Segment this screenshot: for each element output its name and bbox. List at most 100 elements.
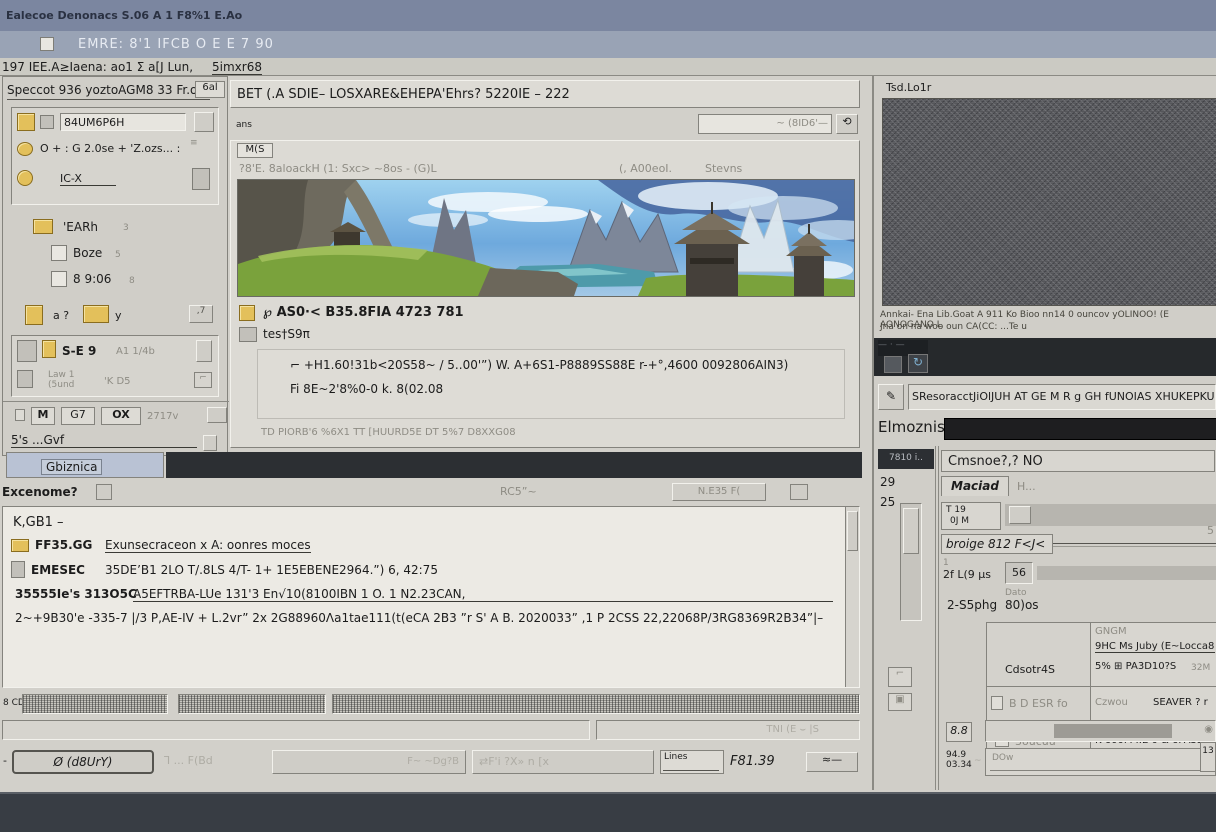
listing-info-left: ?8'E. 8aloackH (1: Sxc> ~8os - (G)L: [239, 162, 437, 175]
field2-tiny: 1: [943, 558, 949, 568]
left-panel-badge[interactable]: 6al: [195, 81, 225, 98]
tree-child1-label[interactable]: Boze: [73, 246, 102, 260]
mode-button-ox[interactable]: OX: [101, 407, 141, 425]
tree-child2-label[interactable]: 8 9:06: [73, 272, 111, 286]
dato-value[interactable]: 80)os: [1005, 598, 1039, 612]
law-corner-button[interactable]: ⌐: [194, 372, 212, 388]
log-scrollbar[interactable]: [845, 507, 859, 687]
filter-strip-1[interactable]: [22, 694, 168, 714]
console-toolbar: Excenome? RC5”~ N.E35 F(: [0, 482, 862, 504]
left-panel-divider: [3, 401, 229, 402]
menu-items[interactable]: 197 IEE.A≥Iaena: ao1 Σ a[J Lun,: [2, 60, 193, 74]
entry-detail-line1: ⌐ +H1.60!31b<20S58~ / 5..00'”) W. A+6S1-…: [290, 358, 838, 372]
meter-label[interactable]: 8.8: [946, 722, 972, 742]
status-button[interactable]: ≈—: [806, 752, 858, 772]
elements-row: Elmoznis: [874, 416, 1216, 442]
time-row: T 19 0J M: [939, 500, 1216, 530]
r2-value-a: Czwou: [1095, 697, 1128, 708]
listing-info-right-a: (, A00eoI.: [619, 162, 672, 175]
asset-tree: 'EARh 3 Boze 5 8 9:06 8: [11, 217, 219, 301]
pencil-icon[interactable]: ✎: [878, 384, 904, 410]
narrow-button-2[interactable]: ▣: [888, 693, 912, 711]
taskbar[interactable]: [0, 792, 1216, 832]
entry-title[interactable]: ℘ AS0·< B35.8FIA 4723 781: [263, 305, 464, 320]
table-cell-r1-left[interactable]: Cdsotr4S: [987, 623, 1091, 687]
bell-row-label[interactable]: S-E 9: [62, 344, 96, 358]
swirl-icon[interactable]: ↻: [908, 354, 928, 373]
chest-icon[interactable]: [25, 305, 43, 325]
tree-root-label[interactable]: 'EARh: [63, 220, 98, 234]
window-title: EMRE: 8'1 IFCB O E E 7 90: [78, 37, 274, 52]
status-active-segment[interactable]: Ø (d8UrY): [12, 750, 154, 774]
dato-small: Dato: [1005, 588, 1026, 598]
path-field[interactable]: SResoracctJiOlJUH AT GE M R g GH fUNOIAS…: [908, 384, 1216, 410]
storage-tab[interactable]: broige 812 F<J<: [941, 534, 1053, 554]
narrow-item-2[interactable]: 25: [880, 495, 895, 509]
console-toolbar-button[interactable]: N.E35 F(: [672, 483, 766, 501]
log-output-area[interactable]: K,GB1 – FF35.GG Exunsecraceon x A: oonre…: [2, 506, 860, 688]
menu-item-highlight[interactable]: 5imxr68: [212, 60, 262, 75]
bottom-row-field[interactable]: 5's ...Gvf: [11, 433, 197, 448]
mode-button-g7[interactable]: G7: [61, 407, 95, 425]
corner-box[interactable]: 13: [1200, 742, 1216, 772]
bottom-row-button[interactable]: [203, 435, 217, 451]
input-strip[interactable]: [2, 720, 590, 740]
key-field[interactable]: IC-X: [60, 172, 116, 186]
icons-row-button[interactable]: ,7: [189, 305, 213, 323]
elements-field[interactable]: [944, 418, 1216, 440]
counter-tilde: ~: [974, 756, 982, 766]
options-row-label[interactable]: O + : G 2.0se + 'Z.ozs... :: [40, 142, 180, 155]
properties-tab-2[interactable]: H...: [1017, 480, 1036, 493]
narrow-slider-track[interactable]: [900, 503, 922, 621]
properties-tab[interactable]: Maciad: [941, 476, 1009, 496]
narrow-button-1[interactable]: ⌐: [888, 667, 912, 687]
mode-buttons-row: M G7 OX 2717v: [11, 407, 221, 429]
listing-tab[interactable]: M(S: [237, 143, 273, 158]
search-input[interactable]: 84UM6P6H: [60, 113, 186, 131]
input-strip-right[interactable]: TNI (E ⌣ |S: [596, 720, 860, 740]
table-cell-r1-right[interactable]: GNGM 9HC Ms Juby (E~Locca815 5% ⊞ PA3D10…: [1091, 623, 1216, 687]
log-line-2-name: EMESEC: [31, 563, 85, 577]
coins-cluster-icon[interactable]: [83, 305, 109, 323]
window-titlebar[interactable]: EMRE: 8'1 IFCB O E E 7 90: [0, 31, 1216, 58]
mode-button-m[interactable]: M: [31, 407, 55, 425]
narrow-item-1[interactable]: 29: [880, 475, 895, 489]
log-scrollbar-thumb[interactable]: [847, 511, 858, 551]
console-toolbar-mid: RC5”~: [500, 485, 537, 498]
thumb-icon: [239, 327, 257, 342]
log-line-3-text: A5EFTRBA-LUe 131'3 En√10(8100IBN 1 O. 1 …: [133, 587, 833, 602]
narrow-slider-thumb[interactable]: [903, 508, 919, 554]
meter-bar[interactable]: ◉: [985, 720, 1216, 742]
bell-row-button[interactable]: [196, 340, 212, 362]
checkbox-icon[interactable]: [991, 696, 1003, 710]
narrow-column-header: 7810 i..: [878, 449, 934, 469]
time-strip: [1005, 504, 1216, 526]
console-tab-label: Gbiznica: [41, 459, 102, 475]
mode-row-button[interactable]: [207, 407, 227, 423]
filter-strip-3[interactable]: [332, 694, 860, 714]
search-button[interactable]: [194, 112, 214, 132]
status-segment-3[interactable]: F~ ~Dg?B: [272, 750, 466, 774]
time-a: T 19: [946, 505, 966, 515]
path-row: ✎ SResoracctJiOlJUH AT GE M R g GH fUNOI…: [874, 384, 1216, 412]
toolbar-value-field[interactable]: ~ (8ID6'—: [698, 114, 832, 134]
field2-strip: [1037, 566, 1216, 580]
dow-field[interactable]: DOw: [985, 748, 1216, 776]
entry-subtitle[interactable]: tes†S9π: [263, 327, 310, 341]
stack-icon[interactable]: [192, 168, 210, 190]
time-icon-button[interactable]: [1009, 506, 1031, 524]
filter-strip-2[interactable]: [178, 694, 326, 714]
camera-icon[interactable]: [884, 356, 902, 373]
lines-field[interactable]: Lines: [660, 750, 724, 774]
input-strip-row: TNI (E ⌣ |S: [0, 720, 862, 742]
status-segment-4[interactable]: ⇄F'i ?X» n [x: [472, 750, 654, 774]
field2-value-box[interactable]: 56: [1005, 562, 1033, 584]
console-tab[interactable]: Gbiznica: [6, 452, 164, 478]
options-row-extra: ≡: [190, 138, 198, 148]
menu-bar[interactable]: 197 IEE.A≥Iaena: ao1 Σ a[J Lun, 5imxr68: [0, 58, 1216, 76]
console-toolbar-icon[interactable]: [96, 484, 112, 500]
log-line-4: 2~+9B30'e -335-7 |/3 P,AE-IV + L.2vr” 2x…: [15, 611, 835, 625]
console-section: Gbiznica Excenome? RC5”~ N.E35 F( K,GB1 …: [0, 450, 868, 790]
refresh-icon[interactable]: ⟲: [836, 114, 858, 134]
console-toolbar-icon2[interactable]: [790, 484, 808, 500]
